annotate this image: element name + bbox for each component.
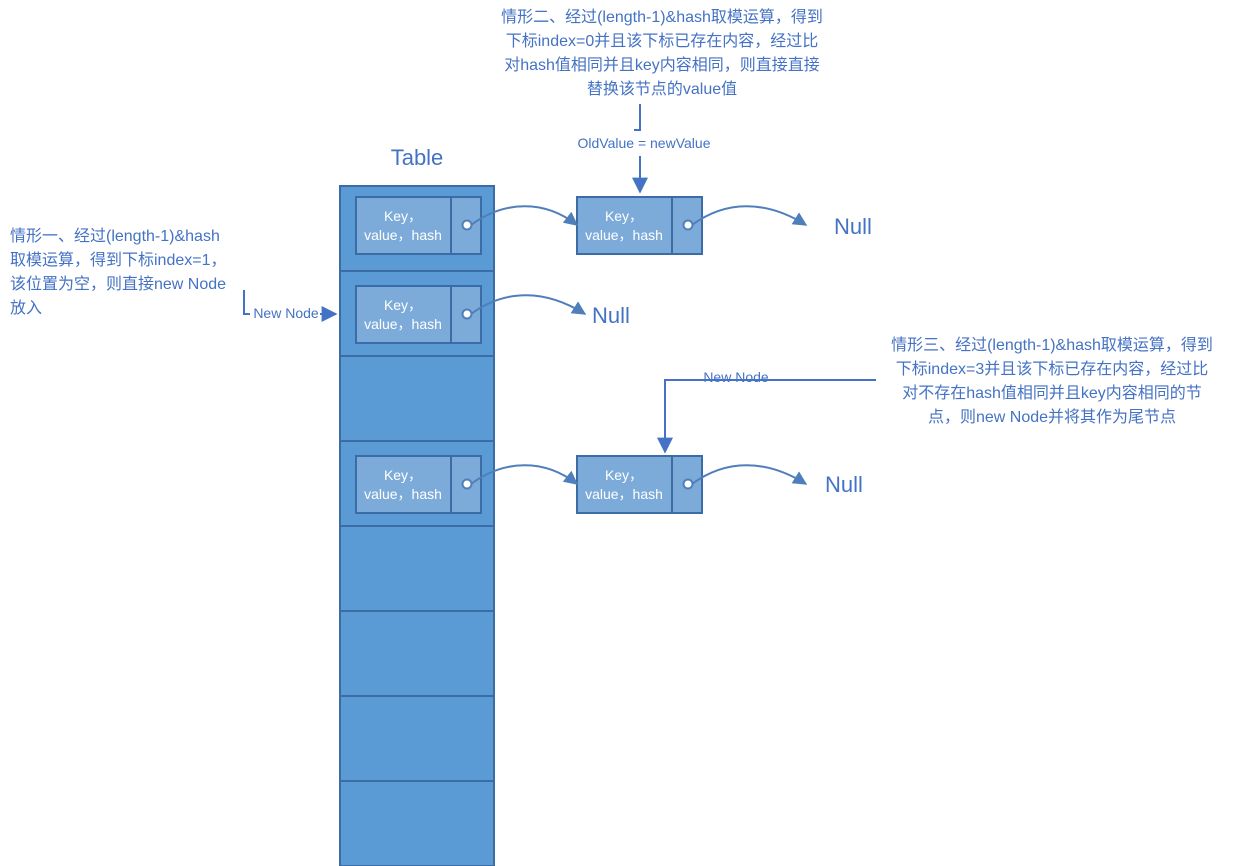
case1-label: New Node [253,305,319,321]
case3-text: 情形三、经过(length-1)&hash取模运算，得到 下标index=3并且… [891,335,1213,426]
node-text: Key， [605,467,643,483]
null-label: Null [834,214,872,239]
pointer-dot-icon [684,221,693,230]
node-row0-chain1: Key， value，hash [577,197,702,254]
svg-text:该位置为空，则直接new Node: 该位置为空，则直接new Node [10,275,226,293]
table-row [340,611,494,696]
case3-connector [665,380,876,390]
table-row [340,356,494,441]
case2-connector [634,104,640,130]
case2-label: OldValue = newValue [578,135,711,151]
case1-text: 情形一、经过(length-1)&hash 取模运算，得到下标index=1， … [10,227,227,317]
node-row3-inner: Key， value，hash [356,456,481,513]
table-row [340,781,494,866]
node-text: Key， [384,297,422,313]
case3-label: New Node [703,369,769,385]
svg-text:情形二、经过(length-1)&hash取模运算，得到: 情形二、经过(length-1)&hash取模运算，得到 [501,7,823,26]
svg-text:对hash值相同并且key内容相同，则直接直接: 对hash值相同并且key内容相同，则直接直接 [504,56,820,74]
pointer-dot-icon [463,221,472,230]
svg-text:点，则new Node并将其作为尾节点: 点，则new Node并将其作为尾节点 [928,408,1176,426]
table-row [340,526,494,611]
null-label: Null [592,303,630,328]
node-text: value，hash [364,227,442,243]
pointer-dot-icon [463,310,472,319]
node-row0-inner: Key， value，hash [356,197,481,254]
case1-connector [244,290,250,314]
node-text: Key， [384,467,422,483]
svg-text:替换该节点的value值: 替换该节点的value值 [587,80,737,98]
pointer-dot-icon [684,480,693,489]
link-arrow [692,206,806,225]
node-text: value，hash [364,486,442,502]
svg-text:下标index=3并且该下标已存在内容，经过比: 下标index=3并且该下标已存在内容，经过比 [896,360,1209,378]
table-title: Table [391,145,444,170]
node-text: Key， [605,208,643,224]
null-label: Null [825,472,863,497]
hashmap-diagram: Table Key， value，hash Key， value，hash [0,0,1238,866]
node-text: value，hash [585,486,663,502]
node-text: value，hash [585,227,663,243]
node-row3-chain1: Key， value，hash [577,456,702,513]
node-text: value，hash [364,316,442,332]
table-row [340,696,494,781]
svg-text:取模运算，得到下标index=1，: 取模运算，得到下标index=1， [10,250,227,269]
svg-text:放入: 放入 [10,299,42,317]
svg-text:下标index=0并且该下标已存在内容，经过比: 下标index=0并且该下标已存在内容，经过比 [506,32,819,50]
link-arrow [692,465,806,484]
case2-text: 情形二、经过(length-1)&hash取模运算，得到 下标index=0并且… [501,7,823,98]
pointer-dot-icon [463,480,472,489]
node-text: Key， [384,208,422,224]
svg-text:情形三、经过(length-1)&hash取模运算，得到: 情形三、经过(length-1)&hash取模运算，得到 [891,335,1213,354]
node-row1-inner: Key， value，hash [356,286,481,343]
svg-text:情形一、经过(length-1)&hash: 情形一、经过(length-1)&hash [10,227,220,245]
svg-text:对不存在hash值相同并且key内容相同的节: 对不存在hash值相同并且key内容相同的节 [902,384,1202,402]
